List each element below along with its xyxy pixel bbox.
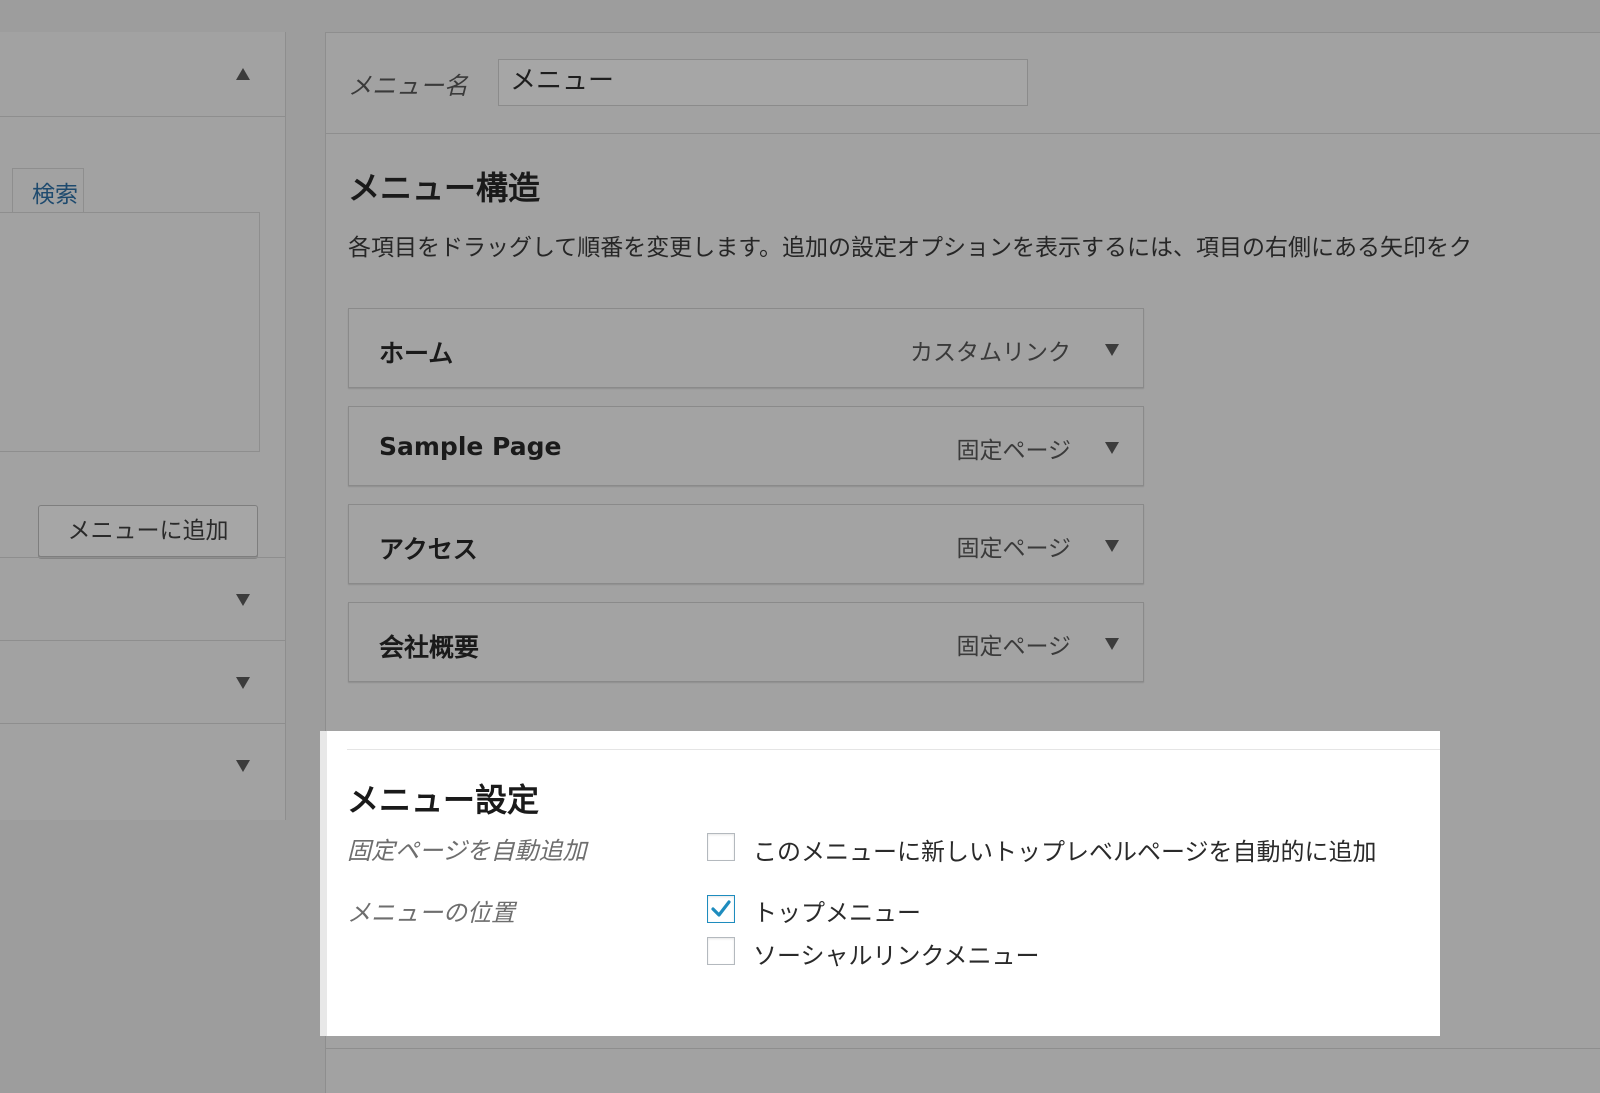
menu-structure-title: メニュー構造 — [348, 169, 541, 207]
menu-item-title: 会社概要 — [379, 633, 480, 662]
accordion-section-collapsed[interactable] — [0, 723, 285, 808]
auto-add-option-label[interactable]: このメニューに新しいトップレベルページを自動的に追加 — [753, 832, 1377, 867]
menu-item-type: 固定ページ — [956, 634, 1071, 660]
menu-name-label: メニュー名 — [348, 72, 468, 100]
menu-name-input[interactable]: メニュー — [498, 59, 1028, 106]
menu-item-type: 固定ページ — [956, 536, 1071, 562]
top-menu-checkbox[interactable] — [707, 895, 735, 923]
expand-arrow-icon[interactable] — [236, 760, 250, 772]
menu-item-type: カスタムリンク — [910, 340, 1071, 366]
tab-search[interactable]: 検索 — [12, 168, 84, 213]
auto-add-label: 固定ページを自動追加 — [347, 837, 587, 865]
collapse-arrow-icon[interactable] — [236, 68, 250, 80]
social-links-menu-option-label[interactable]: ソーシャルリンクメニュー — [753, 936, 1040, 971]
expand-arrow-icon[interactable] — [1105, 638, 1119, 650]
tab-search-label: 検索 — [32, 182, 78, 208]
menu-item[interactable]: ホーム カスタムリンク — [348, 308, 1144, 388]
menu-item-title: ホーム — [379, 339, 454, 368]
divider — [347, 749, 1440, 750]
social-links-menu-checkbox[interactable] — [707, 937, 735, 965]
menu-settings-section: メニュー設定 固定ページを自動追加 このメニューに新しいトップレベルページを自動… — [320, 731, 1440, 1036]
divider — [326, 1048, 1600, 1049]
add-menu-items-panel: 検索 メニューに追加 — [0, 32, 286, 820]
menu-structure-description: 各項目をドラッグして順番を変更します。追加の設定オプションを表示するには、項目の… — [348, 235, 1473, 261]
menu-item[interactable]: Sample Page 固定ページ — [348, 406, 1144, 486]
expand-arrow-icon[interactable] — [1105, 344, 1119, 356]
menu-name-row: メニュー名 メニュー — [326, 33, 1600, 134]
menu-item[interactable]: 会社概要 固定ページ — [348, 602, 1144, 682]
top-menu-option-label[interactable]: トップメニュー — [753, 893, 921, 928]
accordion-section-header[interactable] — [0, 32, 285, 117]
add-to-menu-button[interactable]: メニューに追加 — [38, 505, 258, 557]
menu-item-title: アクセス — [379, 535, 478, 564]
menu-settings-title: メニュー設定 — [347, 781, 540, 819]
accordion-section-content: 検索 メニューに追加 — [0, 117, 285, 595]
expand-arrow-icon[interactable] — [1105, 442, 1119, 454]
checkmark-icon — [711, 900, 731, 917]
menu-item-type: 固定ページ — [956, 438, 1071, 464]
accordion-section-collapsed[interactable] — [0, 640, 285, 725]
menu-item-title: Sample Page — [379, 432, 562, 461]
expand-arrow-icon[interactable] — [236, 677, 250, 689]
search-results-box[interactable] — [0, 212, 260, 452]
menu-location-label: メニューの位置 — [347, 899, 515, 927]
menu-item[interactable]: アクセス 固定ページ — [348, 504, 1144, 584]
expand-arrow-icon[interactable] — [1105, 540, 1119, 552]
expand-arrow-icon[interactable] — [236, 594, 250, 606]
auto-add-checkbox[interactable] — [707, 833, 735, 861]
accordion-section-collapsed[interactable] — [0, 557, 285, 642]
